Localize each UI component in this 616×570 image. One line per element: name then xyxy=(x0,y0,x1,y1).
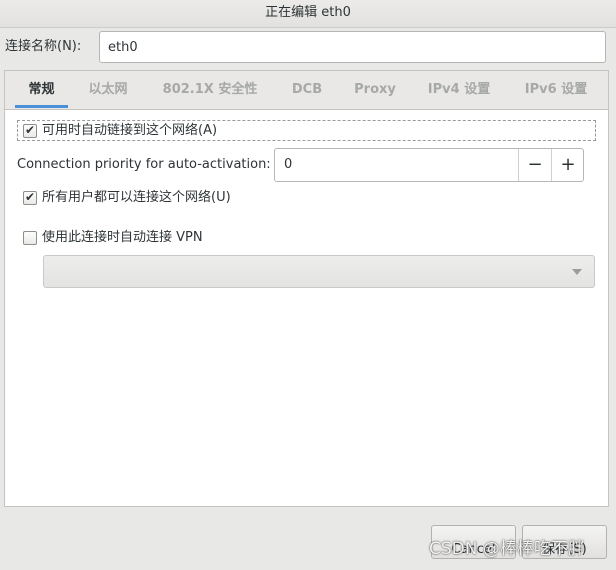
vpn-select[interactable] xyxy=(43,255,595,288)
chevron-down-icon xyxy=(572,269,582,275)
priority-label: Connection priority for auto-activation: xyxy=(17,157,271,172)
edit-connection-dialog: 正在编辑 eth0 连接名称(N): 常规 以太网 802.1X 安全性 DCB… xyxy=(0,0,616,570)
auto-vpn-checkbox[interactable] xyxy=(23,231,37,245)
priority-spinbutton[interactable]: 0 − + xyxy=(274,148,584,182)
tab-ipv6[interactable]: IPv6 设置 xyxy=(515,71,597,108)
connection-name-input[interactable] xyxy=(99,31,606,63)
all-users-checkbox[interactable]: ✔ xyxy=(23,191,37,205)
tab-ipv4[interactable]: IPv4 设置 xyxy=(419,71,499,108)
all-users-label[interactable]: 所有用户都可以连接这个网络(U) xyxy=(42,190,231,206)
auto-connect-label[interactable]: 可用时自动链接到这个网络(A) xyxy=(42,123,217,139)
save-button[interactable]: 保存(S) xyxy=(522,525,607,559)
tab-dcb[interactable]: DCB xyxy=(283,71,331,108)
auto-vpn-label[interactable]: 使用此连接时自动连接 VPN xyxy=(42,230,203,246)
auto-connect-checkbox[interactable]: ✔ xyxy=(23,124,37,138)
minus-icon: − xyxy=(527,154,543,175)
check-icon: ✔ xyxy=(24,190,36,204)
tab-8021x-security[interactable]: 802.1X 安全性 xyxy=(156,71,264,108)
tab-general[interactable]: 常规 xyxy=(15,71,68,108)
increment-button[interactable]: + xyxy=(551,149,584,181)
tab-bar: 常规 以太网 802.1X 安全性 DCB Proxy IPv4 设置 IPv6… xyxy=(5,71,608,110)
tab-ethernet[interactable]: 以太网 xyxy=(81,71,135,108)
priority-value[interactable]: 0 xyxy=(284,157,292,173)
connection-name-label: 连接名称(N): xyxy=(5,39,82,54)
tab-proxy[interactable]: Proxy xyxy=(346,71,404,108)
cancel-button-label: Cancel xyxy=(451,542,496,557)
window-title: 正在编辑 eth0 xyxy=(0,0,616,28)
cancel-button[interactable]: Cancel xyxy=(431,525,516,559)
plus-icon: + xyxy=(560,154,576,175)
settings-notebook: 常规 以太网 802.1X 安全性 DCB Proxy IPv4 设置 IPv6… xyxy=(4,70,609,507)
decrement-button[interactable]: − xyxy=(518,149,551,181)
save-button-label: 保存(S) xyxy=(542,542,587,557)
check-icon: ✔ xyxy=(24,123,36,137)
